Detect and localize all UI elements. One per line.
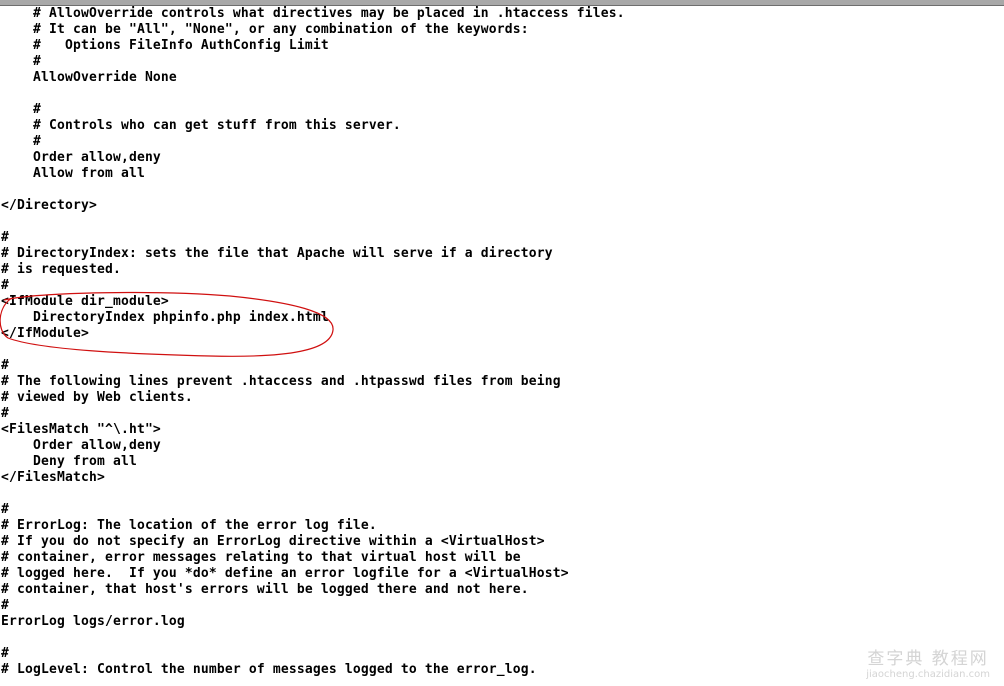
code-line: # DirectoryIndex: sets the file that Apa… (1, 246, 553, 261)
code-line: # (1, 598, 9, 613)
code-line: </Directory> (1, 198, 97, 213)
code-line: DirectoryIndex phpinfo.php index.html (1, 310, 329, 325)
code-line: # The following lines prevent .htaccess … (1, 374, 561, 389)
code-line: # (1, 54, 41, 69)
watermark-url: jiaocheng.chazidian.com (866, 669, 990, 680)
code-line: # (1, 502, 9, 517)
code-line: # container, that host's errors will be … (1, 582, 529, 597)
code-line: # (1, 134, 41, 149)
code-line: Order allow,deny (1, 150, 161, 165)
code-line: # (1, 230, 9, 245)
watermark: 查字典 教程网 jiaocheng.chazidian.com (866, 644, 990, 680)
code-line: # container, error messages relating to … (1, 550, 521, 565)
code-line: # (1, 358, 9, 373)
code-line: # ErrorLog: The location of the error lo… (1, 518, 377, 533)
watermark-title: 查字典 教程网 (867, 649, 989, 669)
code-line: # It can be "All", "None", or any combin… (1, 22, 529, 37)
code-line: # (1, 646, 9, 661)
code-line: AllowOverride None (1, 70, 177, 85)
code-line: # is requested. (1, 262, 121, 277)
code-line: # AllowOverride controls what directives… (1, 6, 625, 21)
code-line: </IfModule> (1, 326, 89, 341)
code-line: <FilesMatch "^\.ht"> (1, 422, 161, 437)
code-line: # (1, 278, 9, 293)
code-line: # If you do not specify an ErrorLog dire… (1, 534, 545, 549)
code-line: </FilesMatch> (1, 470, 105, 485)
code-line: <IfModule dir_module> (1, 294, 169, 309)
code-line: # Controls who can get stuff from this s… (1, 118, 401, 133)
code-line: # logged here. If you *do* define an err… (1, 566, 569, 581)
code-line: # (1, 406, 9, 421)
code-line: Deny from all (1, 454, 137, 469)
code-line: # Options FileInfo AuthConfig Limit (1, 38, 329, 53)
code-line: # LogLevel: Control the number of messag… (1, 662, 537, 677)
code-line: Order allow,deny (1, 438, 161, 453)
code-line: ErrorLog logs/error.log (1, 614, 185, 629)
text-editor[interactable]: # AllowOverride controls what directives… (1, 6, 625, 678)
code-line: Allow from all (1, 166, 145, 181)
code-line: # (1, 102, 41, 117)
code-line: # viewed by Web clients. (1, 390, 193, 405)
